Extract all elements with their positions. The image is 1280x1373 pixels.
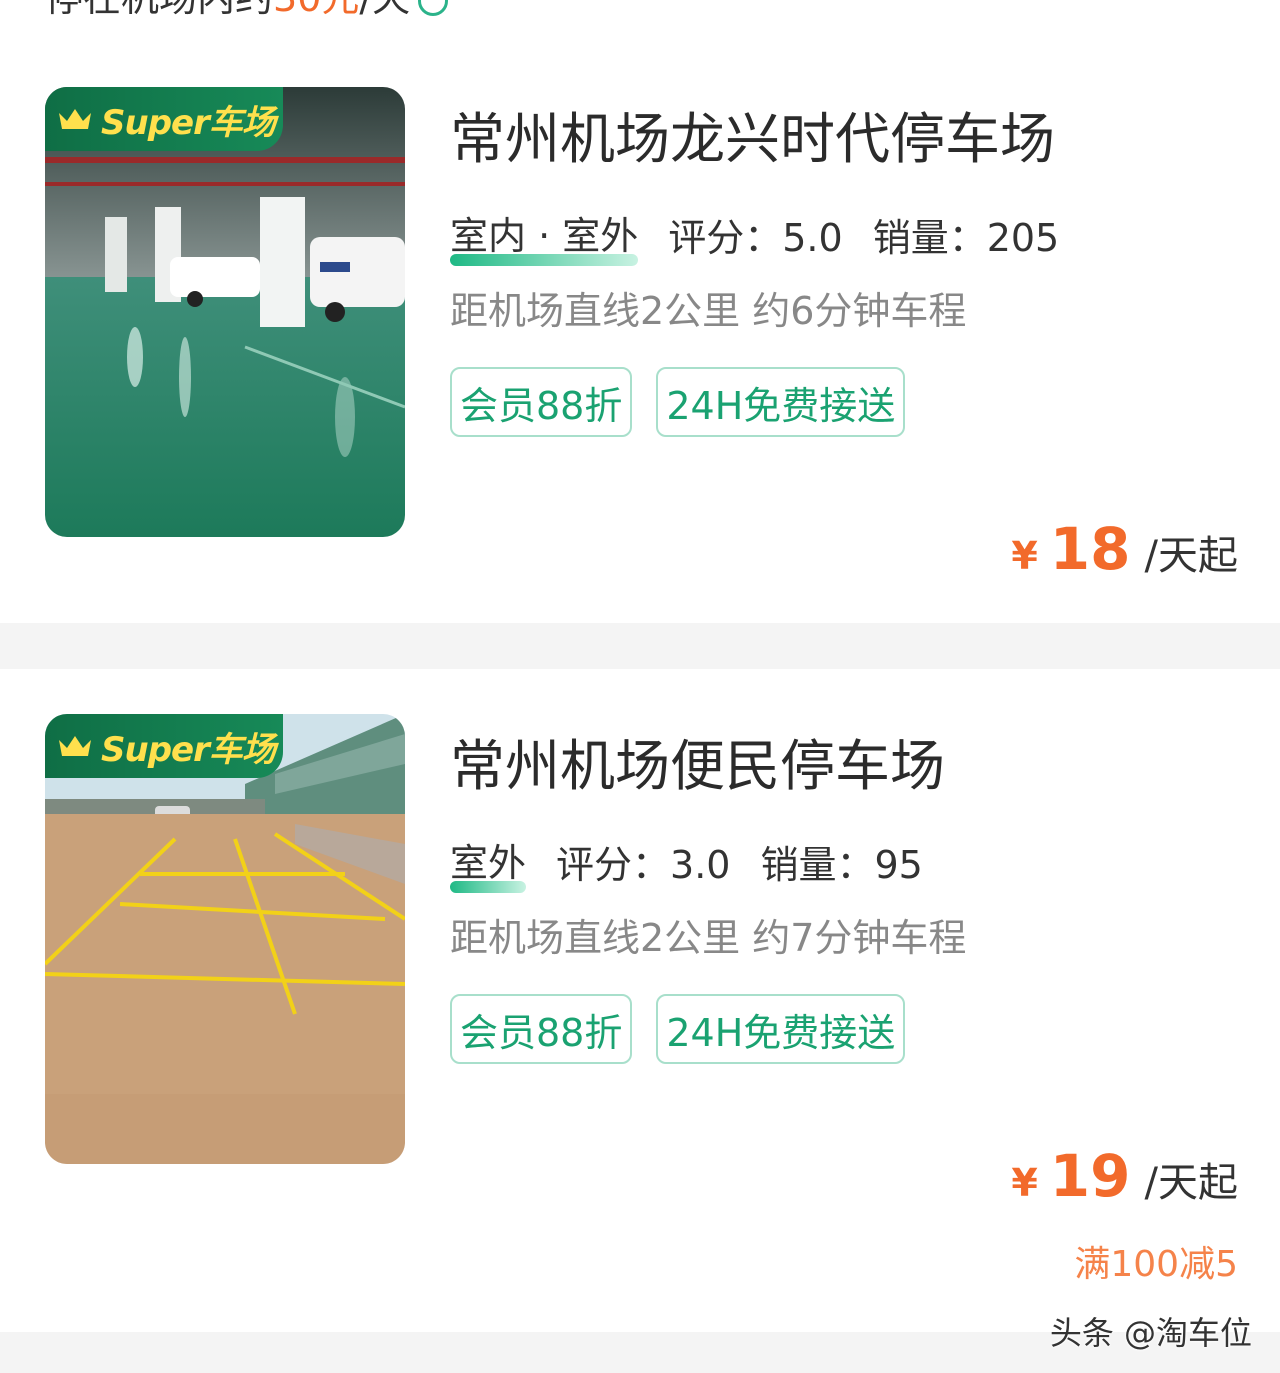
- distance-info: 距机场直线2公里 约7分钟车程: [450, 916, 967, 960]
- watermark: 头条 @淘车位: [1049, 1314, 1252, 1352]
- currency-symbol: ¥: [1011, 1161, 1038, 1205]
- listing-meta: 室外 评分：3.0 销量：95: [450, 832, 923, 893]
- parking-lot-photo[interactable]: Super车场: [45, 87, 405, 537]
- sales-count: 销量：95: [760, 843, 923, 887]
- crown-icon: [59, 736, 91, 756]
- price-hint-value: 30元: [273, 0, 359, 20]
- price-unit: /天起: [1144, 533, 1238, 579]
- card-divider: [0, 623, 1280, 669]
- distance-info: 距机场直线2公里 约6分钟车程: [450, 289, 967, 333]
- price-hint-unit: /天: [359, 0, 410, 20]
- tag-list: 会员88折 24H免费接送: [450, 994, 906, 1064]
- indoor-garage-image: [45, 87, 405, 537]
- previous-listing-price-hint: 停在机场内约30元/天: [45, 0, 449, 20]
- parking-type-label: 室外: [450, 841, 527, 885]
- badge-label: Super车场: [101, 102, 276, 143]
- shuttle-tag: 24H免费接送: [656, 994, 906, 1064]
- outdoor-lot-image: [45, 714, 405, 1164]
- rating: 评分：5.0: [668, 216, 843, 260]
- member-discount-tag: 会员88折: [450, 994, 633, 1064]
- promo-discount: 满100减5: [1074, 1244, 1238, 1285]
- parking-lot-photo[interactable]: Super车场: [45, 714, 405, 1164]
- tag-list: 会员88折 24H免费接送: [450, 367, 906, 437]
- parking-listing-card[interactable]: Super车场 常州机场龙兴时代停车场 室内 · 室外 评分：5.0 销量：20…: [0, 60, 1280, 623]
- parking-listing-card[interactable]: Super车场 常州机场便民停车场 室外 评分：3.0 销量：95 距机场直线2…: [0, 669, 1280, 1332]
- price: ¥ 19 /天起: [1011, 1142, 1238, 1210]
- price-hint-text: 停在机场内约: [45, 0, 273, 20]
- listing-title[interactable]: 常州机场便民停车场: [450, 721, 945, 801]
- info-icon[interactable]: [418, 0, 449, 16]
- parking-type: 室内 · 室外: [450, 205, 639, 266]
- price-unit: /天起: [1144, 1160, 1238, 1206]
- super-parking-badge: Super车场: [45, 87, 283, 151]
- currency-symbol: ¥: [1011, 534, 1038, 578]
- price: ¥ 18 /天起: [1011, 515, 1238, 583]
- rating: 评分：3.0: [556, 843, 731, 887]
- listing-title[interactable]: 常州机场龙兴时代停车场: [450, 94, 1055, 174]
- shuttle-tag: 24H免费接送: [656, 367, 906, 437]
- sales-count: 销量：205: [872, 216, 1060, 260]
- super-parking-badge: Super车场: [45, 714, 283, 778]
- badge-label: Super车场: [101, 729, 276, 770]
- listing-meta: 室内 · 室外 评分：5.0 销量：205: [450, 205, 1060, 266]
- price-value: 18: [1049, 515, 1131, 583]
- member-discount-tag: 会员88折: [450, 367, 633, 437]
- parking-type-label: 室内 · 室外: [450, 214, 639, 258]
- crown-icon: [59, 109, 91, 129]
- parking-type: 室外: [450, 832, 527, 893]
- price-value: 19: [1049, 1142, 1131, 1210]
